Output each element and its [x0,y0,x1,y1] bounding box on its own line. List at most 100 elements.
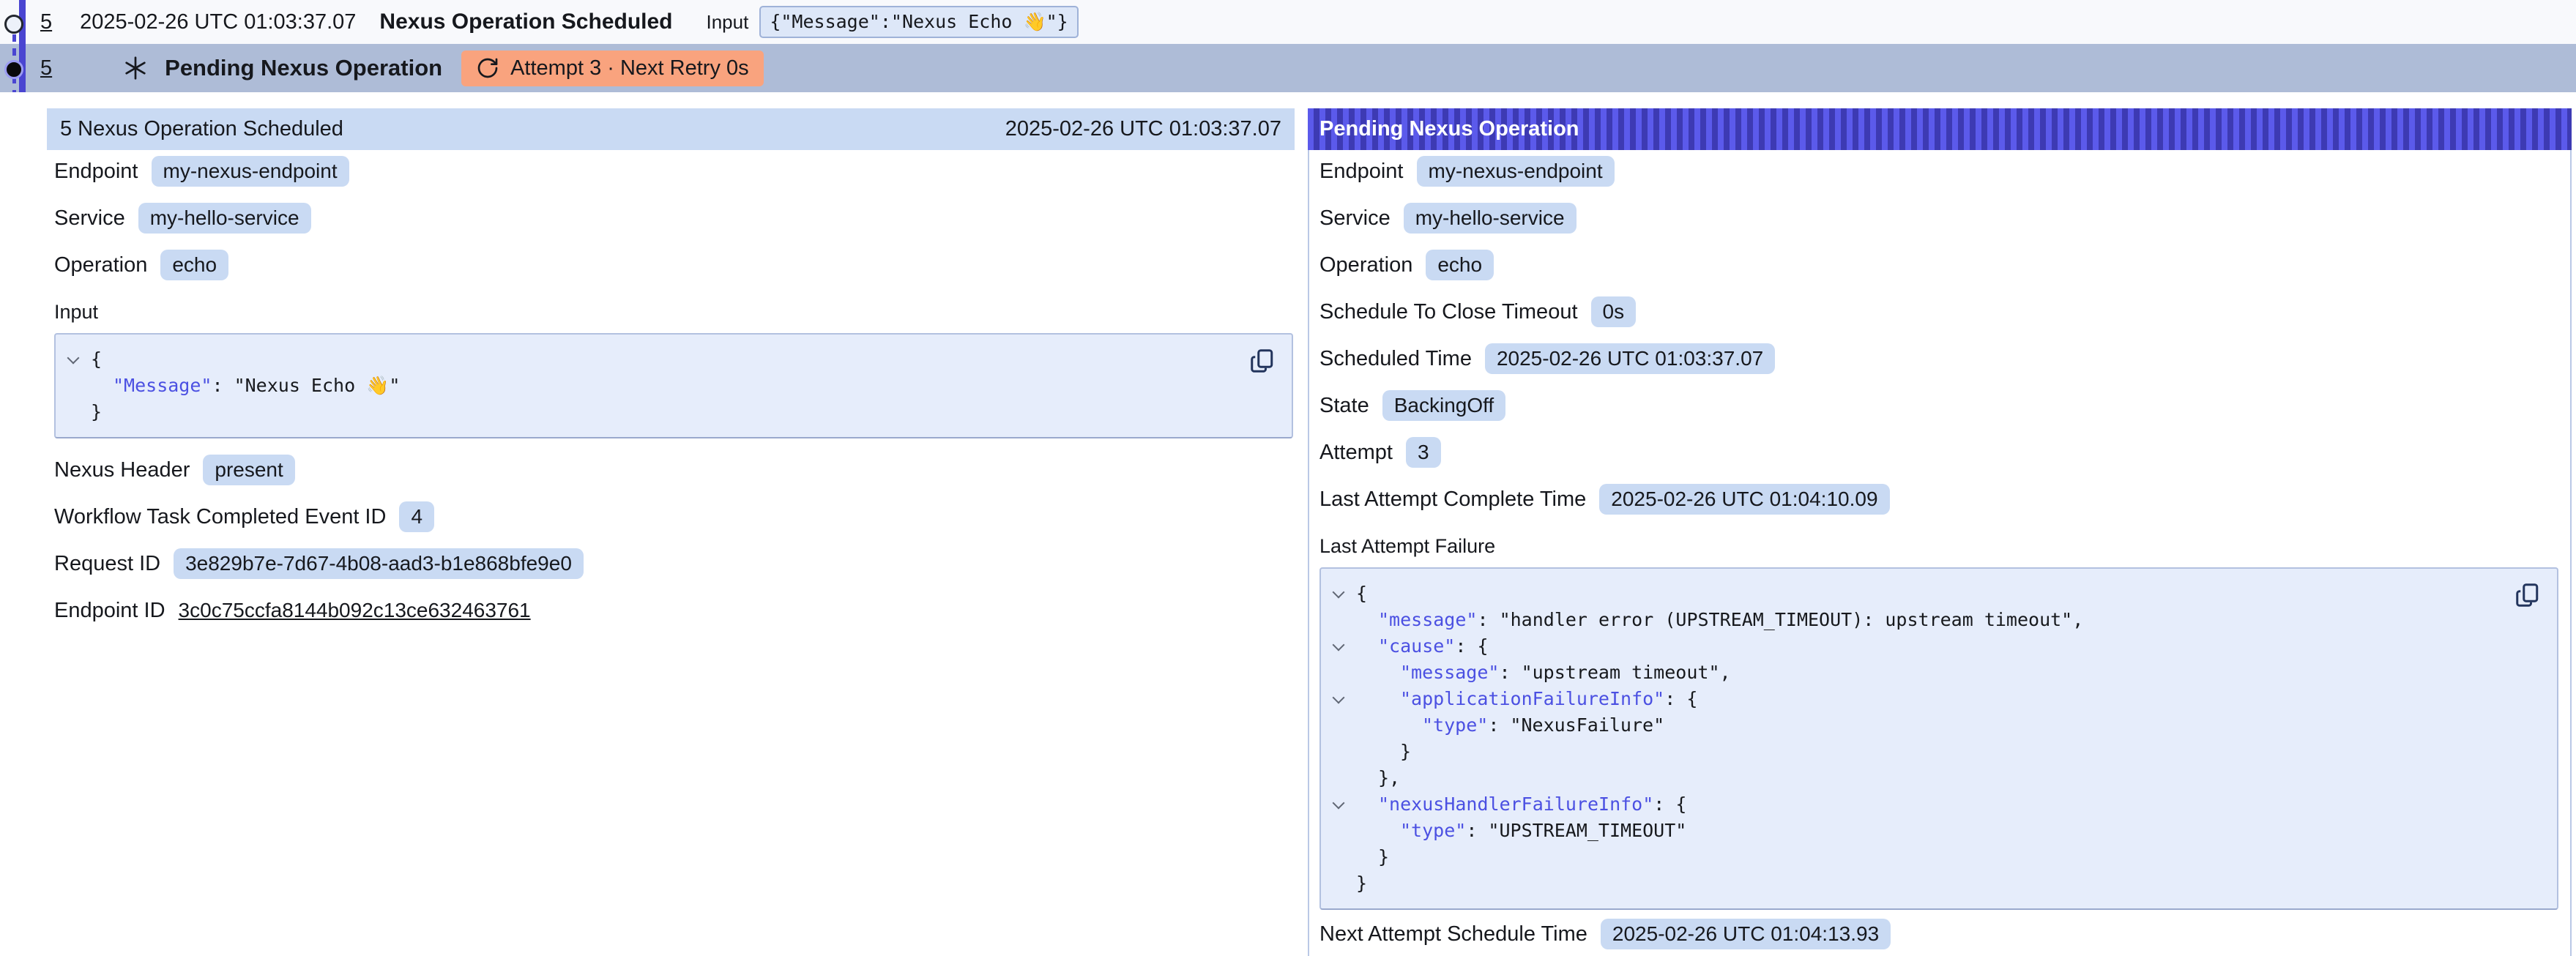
field-workflow-task-completed-event-id: Workflow Task Completed Event ID 4 [54,500,1293,534]
json-line: }, [1331,765,2513,791]
history-row-nexus-operation-scheduled[interactable]: 5 2025-02-26 UTC 01:03:37.07 Nexus Opera… [0,0,2576,44]
json-line: { [1331,580,2513,607]
field-label: Workflow Task Completed Event ID [54,505,386,529]
json-gutter [1331,870,1356,897]
input-label: Input [707,11,749,34]
field-label: Nexus Header [54,458,190,482]
json-line: } [1331,739,2513,765]
panel-nexus-operation-scheduled: 5 Nexus Operation Scheduled 2025-02-26 U… [47,108,1295,956]
field-service: Service my-hello-service [1319,201,2558,235]
field-service: Service my-hello-service [54,201,1293,235]
input-section-label: Input [54,299,1293,324]
field-request-id: Request ID 3e829b7e-7d67-4b08-aad3-b1e86… [54,547,1293,580]
field-label: Scheduled Time [1319,347,1472,371]
json-line: "nexusHandlerFailureInfo": { [1331,791,2513,818]
panel-header-scheduled: 5 Nexus Operation Scheduled 2025-02-26 U… [47,108,1295,150]
panel-pending-nexus-operation: Pending Nexus Operation Endpoint my-nexu… [1308,108,2572,956]
retry-status-badge: Attempt 3 · Next Retry 0s [461,51,764,86]
event-id-link[interactable]: 5 [40,10,52,34]
json-line: "type": "NexusFailure" [1331,712,2513,739]
copy-button[interactable] [1249,348,1276,374]
field-last-attempt-complete-time: Last Attempt Complete Time 2025-02-26 UT… [1319,482,2558,516]
json-gutter [1331,818,1356,844]
field-label: Service [1319,206,1391,231]
field-operation: Operation echo [54,248,1293,282]
json-gutter [1331,712,1356,739]
copy-button[interactable] [2514,582,2541,608]
panel-title: 5 Nexus Operation Scheduled [60,117,343,141]
field-value-badge: my-hello-service [138,203,311,234]
failure-json-block: {"message": "handler error (UPSTREAM_TIM… [1319,567,2558,910]
field-value-badge: my-hello-service [1404,203,1577,234]
field-value-badge: BackingOff [1382,390,1505,421]
json-line: "Message": "Nexus Echo 👋" [66,373,1248,399]
event-title: Nexus Operation Scheduled [379,10,672,34]
field-value-badge: echo [1426,250,1494,280]
collapse-chevron-icon[interactable] [1331,580,1356,607]
field-endpoint: Endpoint my-nexus-endpoint [1319,154,2558,188]
field-label: Operation [54,253,147,277]
field-label: Schedule To Close Timeout [1319,300,1578,324]
json-gutter [1331,765,1356,791]
field-label: Service [54,206,125,231]
json-line: "message": "upstream timeout", [1331,660,2513,686]
last-attempt-failure-label: Last Attempt Failure [1319,534,2558,559]
event-id-link[interactable]: 5 [40,56,52,81]
field-label: State [1319,394,1369,418]
field-endpoint-id: Endpoint ID 3c0c75ccfa8144b092c13ce63246… [54,594,1293,627]
field-label: Request ID [54,552,160,576]
field-value-badge: echo [160,250,228,280]
retry-icon [476,56,499,80]
json-gutter [1331,739,1356,765]
json-gutter [1331,844,1356,870]
collapse-chevron-icon[interactable] [1331,633,1356,660]
field-value-badge: my-nexus-endpoint [152,156,349,187]
json-gutter [66,399,91,425]
json-line: "message": "handler error (UPSTREAM_TIME… [1331,607,2513,633]
json-line: "cause": { [1331,633,2513,660]
field-value-badge: 2025-02-26 UTC 01:04:13.93 [1601,919,1891,949]
json-gutter [1331,607,1356,633]
field-value-badge: 2025-02-26 UTC 01:03:37.07 [1485,343,1775,374]
event-title: Pending Nexus Operation [165,55,442,81]
history-row-pending-nexus-operation[interactable]: 5 Pending Nexus Operation Attempt 3 · Ne… [0,44,2576,92]
field-value-badge: 4 [399,501,434,532]
field-attempt: Attempt 3 [1319,436,2558,469]
json-line: "type": "UPSTREAM_TIMEOUT" [1331,818,2513,844]
field-schedule-to-close-timeout: Schedule To Close Timeout 0s [1319,295,2558,329]
field-endpoint: Endpoint my-nexus-endpoint [54,154,1293,188]
json-line: } [1331,844,2513,870]
collapse-chevron-icon[interactable] [1331,791,1356,818]
field-label: Operation [1319,253,1412,277]
json-line: "applicationFailureInfo": { [1331,686,2513,712]
field-value-badge: present [203,455,294,485]
json-line: } [66,399,1248,425]
panel-timestamp: 2025-02-26 UTC 01:03:37.07 [1005,117,1281,141]
json-viewer: {"Message": "Nexus Echo 👋"} [66,346,1248,425]
field-value-badge: my-nexus-endpoint [1417,156,1615,187]
timeline-connector-line [19,0,26,92]
panel-header-pending: Pending Nexus Operation [1308,108,2572,150]
field-scheduled-time: Scheduled Time 2025-02-26 UTC 01:03:37.0… [1319,342,2558,376]
field-value-badge: 2025-02-26 UTC 01:04:10.09 [1599,484,1889,515]
field-label: Endpoint [54,160,138,184]
endpoint-id-link[interactable]: 3c0c75ccfa8144b092c13ce632463761 [179,599,531,622]
timeline-node-current [4,60,23,79]
field-value-badge: 3 [1406,437,1441,468]
event-timestamp: 2025-02-26 UTC 01:03:37.07 [80,10,356,34]
event-input-chip: {"Message":"Nexus Echo 👋"} [759,6,1078,38]
field-operation: Operation echo [1319,248,2558,282]
field-value-badge: 0s [1591,296,1637,327]
copy-icon [2514,582,2541,608]
collapse-chevron-icon[interactable] [66,346,91,373]
field-next-attempt-schedule-time: Next Attempt Schedule Time 2025-02-26 UT… [1319,917,2558,951]
field-label: Next Attempt Schedule Time [1319,922,1587,946]
event-detail-panels: 5 Nexus Operation Scheduled 2025-02-26 U… [0,108,2576,956]
pending-asterisk-icon [122,55,149,81]
collapse-chevron-icon[interactable] [1331,686,1356,712]
retry-badge-text: Attempt 3 · Next Retry 0s [510,56,749,81]
field-label: Attempt [1319,441,1393,465]
field-value-badge: 3e829b7e-7d67-4b08-aad3-b1e868bfe9e0 [174,548,584,579]
copy-icon [1249,348,1276,374]
field-label: Endpoint ID [54,599,165,623]
